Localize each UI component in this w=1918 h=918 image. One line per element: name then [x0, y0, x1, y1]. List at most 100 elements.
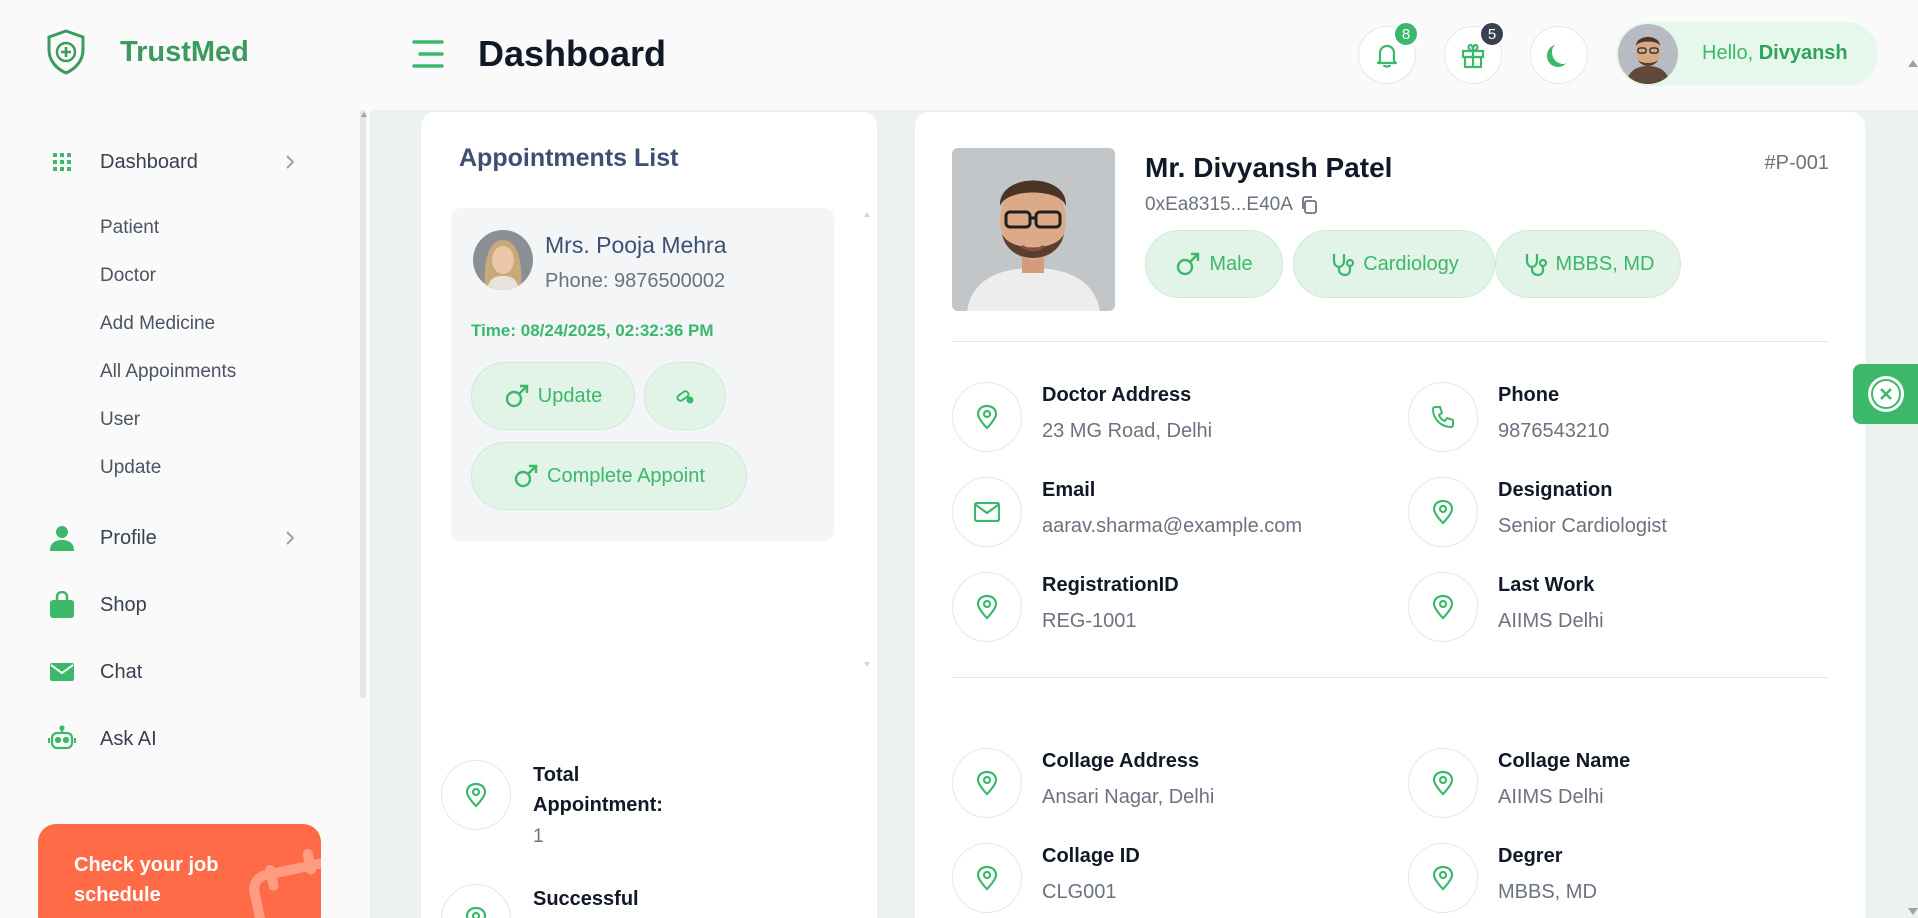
complete-button-label: Complete Appoint — [547, 464, 705, 487]
specialty-tag-label: Cardiology — [1363, 252, 1459, 275]
sidebar-subitem-user[interactable]: User — [100, 409, 140, 431]
info-value: 23 MG Road, Delhi — [1042, 420, 1213, 442]
job-schedule-card[interactable]: Check your job schedule — [38, 824, 321, 918]
mail-icon — [952, 477, 1022, 547]
appointments-scrollbar[interactable] — [864, 212, 870, 667]
sidebar-item-label: Chat — [100, 660, 143, 683]
grid-icon — [48, 148, 76, 176]
location-pin-icon — [1408, 477, 1478, 547]
sidebar: TrustMed Dashboard Patient Doctor Add Me… — [0, 0, 367, 918]
mail-icon — [48, 658, 76, 686]
copy-icon[interactable] — [1299, 195, 1319, 215]
divider — [952, 341, 1828, 342]
sidebar-item-label: Profile — [100, 526, 157, 549]
update-button-label: Update — [537, 384, 603, 407]
notifications-button[interactable]: 8 — [1358, 21, 1419, 84]
appointments-panel: Appointments List Mrs. Pooja Mehra Phone… — [421, 112, 877, 918]
doctor-name: Mr. Divyansh Patel — [1145, 152, 1393, 183]
medical-badge-icon — [1867, 376, 1904, 412]
info-label: Collage ID — [1042, 845, 1140, 867]
appointment-time: Time: 08/24/2025, 02:32:36 PM — [471, 321, 714, 340]
info-label: Email — [1042, 479, 1096, 501]
male-icon — [1177, 252, 1200, 276]
chevron-right-icon — [286, 155, 295, 169]
brand[interactable]: TrustMed — [42, 28, 249, 76]
stat-label: Total Appointment: — [533, 764, 663, 816]
complete-appointment-button[interactable]: Complete Appoint — [471, 442, 747, 510]
info-value: REG-1001 — [1042, 610, 1137, 632]
notification-count-badge: 8 — [1393, 21, 1419, 47]
location-pin-icon — [952, 382, 1022, 452]
doctor-id: #P-001 — [1764, 152, 1830, 174]
sidebar-item-chat[interactable]: Chat — [48, 652, 142, 692]
sidebar-item-shop[interactable]: Shop — [48, 585, 147, 625]
sidebar-item-ask-ai[interactable]: Ask AI — [48, 719, 157, 759]
wallet-address: 0xEa8315...E40A — [1145, 194, 1319, 216]
sidebar-item-dashboard[interactable]: Dashboard — [48, 142, 295, 182]
location-pin-icon — [441, 760, 511, 830]
sidebar-subitem-add-medicine[interactable]: Add Medicine — [100, 313, 215, 335]
page-title: Dashboard — [478, 33, 667, 74]
floating-assistant-button[interactable] — [1853, 364, 1918, 424]
stethoscope-icon — [1525, 254, 1547, 277]
user-name: Divyansh — [1758, 42, 1848, 64]
patient-avatar — [473, 230, 533, 290]
wallet-address-text: 0xEa8315...E40A — [1145, 194, 1293, 215]
page-scroll-down-icon[interactable] — [1908, 908, 1918, 915]
stat-label: Successful — [533, 888, 639, 910]
info-value: CLG001 — [1042, 881, 1117, 903]
location-pin-icon — [952, 572, 1022, 642]
degree-tag: MBBS, MD — [1495, 230, 1681, 298]
sidebar-subitem-doctor[interactable]: Doctor — [100, 265, 156, 287]
pills-icon — [676, 390, 694, 404]
shopping-bag-icon — [48, 591, 76, 619]
appointment-card: Mrs. Pooja Mehra Phone: 9876500002 Time:… — [451, 208, 834, 541]
user-icon — [48, 524, 76, 552]
gender-tag-label: Male — [1209, 252, 1253, 275]
specialty-tag: Cardiology — [1293, 230, 1495, 298]
male-icon — [514, 464, 538, 488]
location-pin-icon — [1408, 748, 1478, 818]
appointments-title: Appointments List — [459, 144, 679, 172]
info-value: Senior Cardiologist — [1498, 515, 1667, 537]
scroll-up-arrow-icon[interactable] — [361, 112, 367, 117]
male-icon — [505, 384, 528, 408]
info-value: Ansari Nagar, Delhi — [1042, 786, 1215, 808]
info-value: 9876543210 — [1498, 420, 1610, 442]
info-label: Last Work — [1498, 574, 1595, 596]
phone-icon — [1408, 382, 1478, 452]
shield-logo-icon — [47, 29, 85, 75]
avatar — [1618, 24, 1678, 84]
hamburger-menu-icon[interactable] — [410, 37, 446, 71]
location-pin-icon — [1408, 843, 1478, 913]
medicine-button[interactable] — [644, 362, 726, 430]
location-pin-icon — [1408, 572, 1478, 642]
info-label: Collage Address — [1042, 750, 1200, 772]
user-greeting: Hello, Divyansh — [1702, 42, 1848, 65]
location-pin-icon — [952, 843, 1022, 913]
info-label: Doctor Address — [1042, 384, 1192, 406]
sidebar-subitem-all-appointments[interactable]: All Appoinments — [100, 361, 236, 383]
update-button[interactable]: Update — [471, 362, 635, 430]
greeting-text: Hello, — [1702, 42, 1754, 64]
info-value: MBBS, MD — [1498, 881, 1597, 903]
sidebar-subitem-patient[interactable]: Patient — [100, 217, 159, 239]
patient-phone: Phone: 9876500002 — [545, 270, 726, 292]
theme-toggle-button[interactable] — [1530, 26, 1588, 84]
brand-name: TrustMed — [120, 35, 249, 68]
page-scroll-up-icon[interactable] — [1908, 60, 1918, 67]
sidebar-subitem-update[interactable]: Update — [100, 457, 161, 479]
patient-name: Mrs. Pooja Mehra — [545, 232, 727, 258]
sidebar-item-profile[interactable]: Profile — [48, 518, 295, 558]
sidebar-item-label: Shop — [100, 593, 147, 616]
info-label: Degrer — [1498, 845, 1563, 867]
gifts-button[interactable]: 5 — [1444, 21, 1505, 84]
info-value: AIIMS Delhi — [1498, 610, 1604, 632]
info-label: Designation — [1498, 479, 1613, 501]
info-label: RegistrationID — [1042, 574, 1179, 596]
user-menu[interactable]: Hello, Divyansh — [1616, 22, 1878, 86]
sidebar-scrollbar[interactable] — [360, 110, 366, 698]
sidebar-item-label: Dashboard — [100, 150, 198, 173]
sidebar-item-label: Ask AI — [100, 727, 157, 750]
doctor-profile-panel: Mr. Divyansh Patel 0xEa8315...E40A #P-00… — [915, 112, 1865, 918]
